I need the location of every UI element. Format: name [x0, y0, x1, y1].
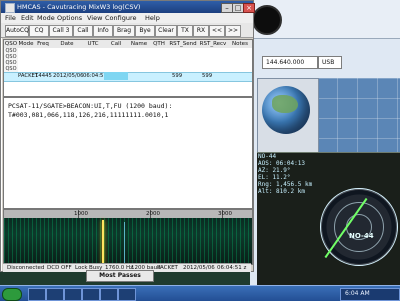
- toolbar-next[interactable]: >>: [225, 25, 241, 37]
- selected-call-cell[interactable]: [104, 72, 128, 80]
- window-titlebar[interactable]: HMCAS - Cavutracing MixW3 log(CSV) – □ ×: [1, 1, 255, 13]
- mixw-window: HMCAS - Cavutracing MixW3 log(CSV) – □ ×…: [0, 0, 255, 272]
- satellite-info-line: NO-44: [258, 153, 277, 160]
- satellite-info: NO-44 AOS: 06:04:13 AZ: 21.9° EL: 11.2° …: [258, 153, 328, 198]
- toolbar-brag[interactable]: Brag: [113, 25, 135, 37]
- taskbar-app-button[interactable]: [64, 288, 82, 301]
- signal-trace: [102, 220, 104, 264]
- ruler-label-1000: 1000: [74, 211, 88, 217]
- tray-clock: 6:04 AM: [345, 290, 370, 297]
- status-dcd-state: OFF: [61, 265, 72, 271]
- menu-file[interactable]: File: [5, 14, 16, 22]
- taskbar-app-button[interactable]: [28, 288, 46, 301]
- taskbar-app-button[interactable]: [82, 288, 100, 301]
- selected-rst-recv: 599: [202, 73, 213, 79]
- waterfall-display[interactable]: [4, 218, 252, 264]
- ruler-label-3000: 3000: [218, 211, 232, 217]
- satellite-info-line: EL: 11.2°: [258, 174, 291, 181]
- mode-value: USB: [322, 59, 335, 66]
- menu-options[interactable]: Options: [57, 14, 82, 22]
- signal-trace: [124, 222, 125, 264]
- mode-select[interactable]: USB: [318, 56, 342, 69]
- toolbar-cq[interactable]: CQ: [29, 25, 49, 37]
- most-passes-label: Most Passes: [99, 272, 141, 279]
- menu-help[interactable]: Help: [145, 14, 160, 22]
- taskbar-app-button[interactable]: [100, 288, 118, 301]
- satellite-info-line: AZ: 21.9°: [258, 167, 291, 174]
- rx-line: PCSAT-11/SGATE>BEACON:UI,T,FU (1200 baud…: [8, 102, 173, 110]
- toolbar-clear[interactable]: Clear: [155, 25, 177, 37]
- frequency-value: 144.640.000: [266, 59, 305, 66]
- satellite-info-line: AOS: 06:04:13: [258, 160, 305, 167]
- menu-edit[interactable]: Edit: [21, 14, 34, 22]
- toolbar-bye[interactable]: Bye: [135, 25, 155, 37]
- close-button[interactable]: ×: [243, 3, 255, 13]
- taskbar-app-button[interactable]: [118, 288, 136, 301]
- selected-rst-send: 599: [172, 73, 183, 79]
- waterfall-panel[interactable]: 1000 2000 3000: [3, 209, 253, 265]
- toolbar-call[interactable]: Call: [73, 25, 93, 37]
- menu-configure[interactable]: Configure: [105, 14, 137, 22]
- toolbar-tx[interactable]: TX: [177, 25, 193, 37]
- app-icon: [5, 3, 15, 13]
- satellite-info-line: Alt: 810.2 km: [258, 188, 305, 195]
- toolbar-prev[interactable]: <<: [209, 25, 225, 37]
- status-dcd: DCD: [47, 265, 60, 271]
- toolbar: AutoCQ CQ Call 3 Call Info Brag Bye Clea…: [1, 23, 253, 38]
- globe-land: [272, 95, 298, 113]
- toolbar-rx[interactable]: RX: [193, 25, 209, 37]
- ruler-label-2000: 2000: [146, 211, 160, 217]
- rx-line: T#003,081,066,118,126,216,11111111.0010,…: [8, 111, 169, 119]
- toolbar-call-3[interactable]: Call 3: [49, 25, 73, 37]
- toolbar-info[interactable]: Info: [93, 25, 113, 37]
- menu-mode[interactable]: Mode: [37, 14, 55, 22]
- selected-freq: 14445: [35, 73, 52, 79]
- window-title: HMCAS - Cavutracing MixW3 log(CSV): [17, 3, 141, 11]
- satellite-info-line: Rng: 1,456.5 km: [258, 181, 313, 188]
- most-passes-popup[interactable]: Most Passes: [86, 270, 154, 282]
- receive-text-area[interactable]: PCSAT-11/SGATE>BEACON:UI,T,FU (1200 baud…: [3, 97, 253, 209]
- status-mode: PACKET: [157, 265, 178, 271]
- menu-view[interactable]: View: [87, 14, 102, 22]
- radar-satellite-label: NO-44: [349, 232, 374, 240]
- start-button[interactable]: [2, 288, 22, 301]
- frequency-field[interactable]: 144.640.000: [262, 56, 318, 69]
- taskbar-app-button[interactable]: [46, 288, 64, 301]
- toolbar-autocq[interactable]: AutoCQ: [5, 25, 29, 37]
- clock-icon: [252, 5, 282, 35]
- log-table[interactable]: QSO Mode Freq Date UTC Call Name QTH RST…: [3, 39, 253, 97]
- taskbar: 6:04 AM: [0, 285, 400, 301]
- status-date: 2012/05/06: [183, 265, 215, 271]
- status-connection: Disconnected: [7, 265, 45, 271]
- selected-date: 2012/05/06: [53, 73, 84, 79]
- status-time: 06:04:51 z: [217, 265, 247, 271]
